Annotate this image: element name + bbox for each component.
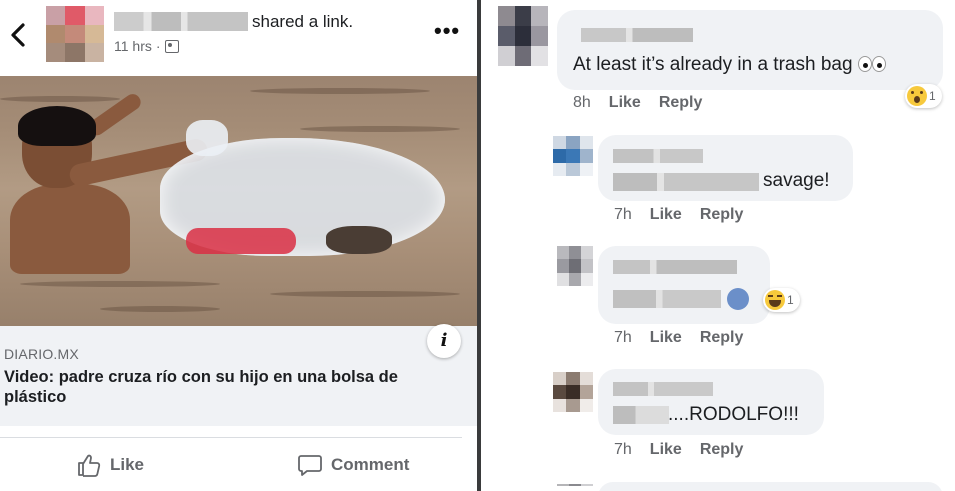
eyes-emoji-icon <box>871 56 886 72</box>
comment-like-link[interactable]: Like <box>650 206 682 224</box>
comment-bubble <box>557 10 943 90</box>
comment-icon <box>298 455 322 476</box>
comment-meta: 7h Like Reply <box>614 441 743 459</box>
wow-reaction-icon <box>907 86 927 106</box>
author-avatar[interactable] <box>46 6 104 62</box>
comment-like-link[interactable]: Like <box>650 329 682 347</box>
like-button[interactable]: Like <box>76 452 144 478</box>
post-meta: 11 hrs · <box>114 38 179 54</box>
comment-time[interactable]: 7h <box>614 441 632 459</box>
post-header: shared a link. 11 hrs · ••• <box>0 0 477 76</box>
commenter-name-blurred[interactable] <box>613 149 703 163</box>
link-domain: DIARIO.MX <box>4 346 79 362</box>
thumbs-up-icon <box>78 454 101 477</box>
like-label: Like <box>110 455 145 474</box>
comment-text-blurred <box>613 406 669 424</box>
comments-panel: At least it’s already in a trash bag 1 8… <box>481 0 955 491</box>
commenter-avatar[interactable] <box>553 136 593 176</box>
commenter-name-blurred[interactable] <box>613 260 737 274</box>
comment-bubble <box>598 482 943 491</box>
post-action-text: shared a link. <box>252 12 354 31</box>
comment-time[interactable]: 8h <box>573 94 591 112</box>
comment-button[interactable]: Comment <box>297 452 409 478</box>
link-title[interactable]: Video: padre cruza río con su hijo en un… <box>4 367 449 407</box>
comment-reply-link[interactable]: Reply <box>659 94 703 112</box>
comment-reply-link[interactable]: Reply <box>700 329 744 347</box>
comment-reply-link[interactable]: Reply <box>700 206 744 224</box>
post-card: shared a link. 11 hrs · ••• i DIARIO.MX … <box>0 0 477 491</box>
comment-text-blurred <box>613 290 721 308</box>
actions-divider <box>0 437 462 438</box>
more-options-icon[interactable]: ••• <box>434 18 460 44</box>
comment-label: Comment <box>331 455 410 474</box>
info-icon[interactable]: i <box>427 324 461 358</box>
haha-reaction-icon <box>765 290 785 310</box>
post-time[interactable]: 11 hrs <box>114 38 152 54</box>
comment-reply-link[interactable]: Reply <box>700 441 744 459</box>
reaction-badge[interactable]: 1 <box>905 84 942 108</box>
reaction-badge[interactable]: 1 <box>763 288 800 312</box>
friends-icon <box>164 39 179 53</box>
link-preview-image[interactable] <box>0 76 477 326</box>
comment-meta: 8h Like Reply <box>573 94 702 112</box>
reaction-count: 1 <box>929 89 936 103</box>
comment-time[interactable]: 7h <box>614 206 632 224</box>
comment-text: savage! <box>763 170 830 191</box>
comment-text: ....RODOLFO!!! <box>668 404 799 425</box>
commenter-avatar[interactable] <box>498 6 548 66</box>
comment-like-link[interactable]: Like <box>609 94 641 112</box>
commenter-name-blurred[interactable] <box>613 382 713 396</box>
comment-bubble <box>598 246 770 324</box>
commenter-avatar[interactable] <box>557 484 593 491</box>
comment-text: At least it’s already in a trash bag <box>573 54 886 76</box>
shrug-emoji-icon <box>727 288 749 310</box>
comment-meta: 7h Like Reply <box>614 206 743 224</box>
commenter-avatar[interactable] <box>557 246 593 286</box>
chevron-left-icon[interactable] <box>8 22 30 48</box>
reaction-count: 1 <box>787 293 794 307</box>
commenter-name-blurred[interactable] <box>581 28 693 42</box>
eyes-emoji-icon <box>857 56 872 72</box>
comment-time[interactable]: 7h <box>614 329 632 347</box>
author-name-blurred[interactable] <box>114 12 248 31</box>
comment-text-blurred <box>613 173 759 191</box>
meta-separator: · <box>155 38 161 54</box>
comment-meta: 7h Like Reply <box>614 329 743 347</box>
comment-like-link[interactable]: Like <box>650 441 682 459</box>
commenter-avatar[interactable] <box>553 372 593 412</box>
